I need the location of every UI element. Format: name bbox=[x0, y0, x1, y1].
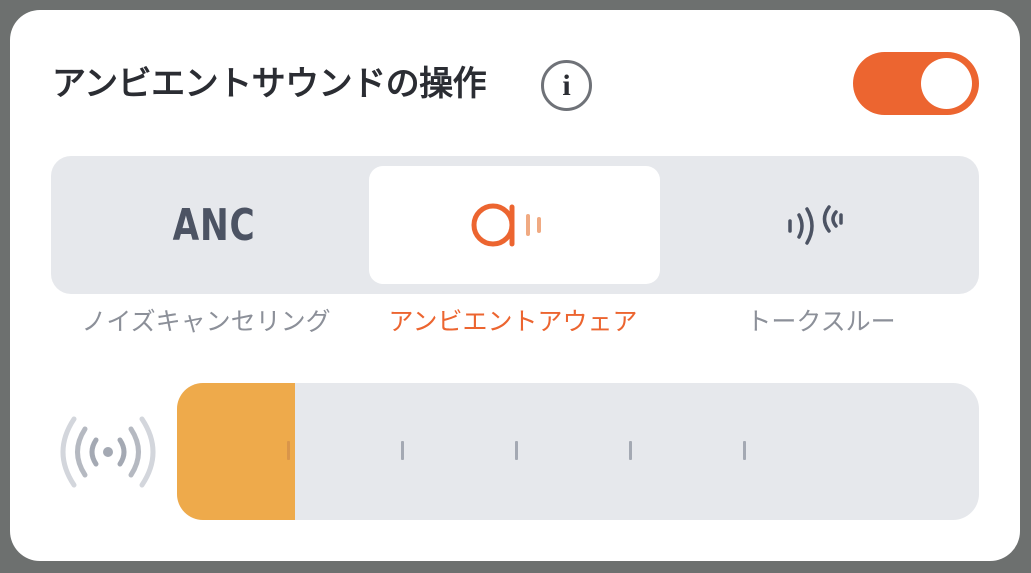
info-glyph: i bbox=[562, 68, 571, 102]
level-tick bbox=[401, 441, 404, 460]
level-tick bbox=[629, 441, 632, 460]
level-tick bbox=[743, 441, 746, 460]
panel-title: アンビエントサウンドの操作 bbox=[52, 64, 487, 104]
ambient-level-slider[interactable] bbox=[177, 383, 979, 520]
level-tick bbox=[287, 441, 290, 460]
ambient-sound-panel: アンビエントサウンドの操作 i ANC ノイズキャンセリング アンビエントアウェ… bbox=[10, 10, 1020, 561]
mode-label-anc: ノイズキャンセリング bbox=[81, 307, 331, 336]
toggle-knob bbox=[921, 58, 972, 109]
talk-through-icon bbox=[787, 205, 843, 245]
slider-fill bbox=[177, 383, 295, 520]
info-icon[interactable]: i bbox=[541, 60, 592, 111]
ambient-aware-icon bbox=[471, 203, 541, 247]
mode-tab-ambient-aware[interactable] bbox=[369, 166, 660, 284]
mode-tab-anc[interactable]: ANC bbox=[69, 166, 360, 284]
level-tick bbox=[515, 441, 518, 460]
mode-tab-talk-through[interactable] bbox=[669, 166, 960, 284]
mode-selector: ANC bbox=[51, 156, 979, 294]
ambient-sound-toggle[interactable] bbox=[853, 52, 979, 115]
anc-icon: ANC bbox=[173, 199, 256, 251]
broadcast-signal-icon bbox=[60, 416, 156, 488]
mode-label-talk-through: トークスルー bbox=[746, 307, 896, 336]
mode-label-ambient-aware: アンビエントアウェア bbox=[388, 307, 638, 336]
